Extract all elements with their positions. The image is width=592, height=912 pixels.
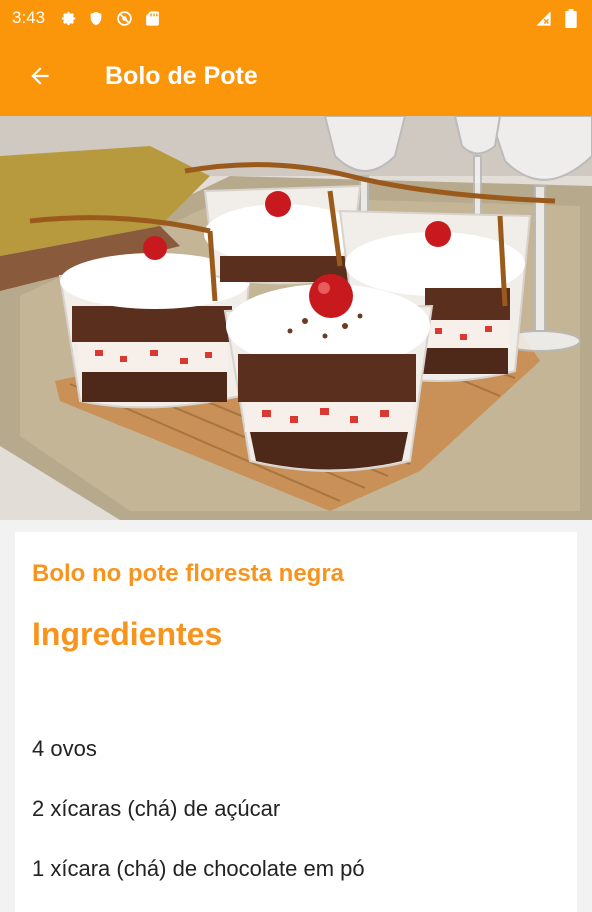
recipe-card: Bolo no pote floresta negra Ingredientes… [15, 532, 577, 912]
no-signal-icon [115, 9, 133, 27]
recipe-name: Bolo no pote floresta negra [32, 560, 345, 587]
shield-icon [87, 9, 105, 27]
ingredients-heading: Ingredientes [32, 616, 223, 652]
battery-icon [562, 8, 580, 28]
back-button[interactable] [20, 56, 60, 96]
app-title: Bolo de Pote [105, 62, 258, 90]
recipe-image [0, 116, 592, 520]
sd-card-icon [143, 9, 161, 27]
ingredient-item: 2 xícaras (chá) de açúcar [32, 796, 281, 821]
ingredient-item: 1 xícara (chá) de chocolate em pó [32, 856, 365, 881]
ingredient-item: 4 ovos [32, 736, 97, 761]
status-right-icons [534, 8, 580, 28]
app-bar: Bolo de Pote [0, 36, 592, 116]
status-time: 3:43 [12, 8, 46, 27]
arrow-back-icon [31, 67, 49, 85]
gear-icon [59, 9, 77, 27]
status-bar: 3:43 [0, 0, 592, 36]
cell-signal-icon [534, 9, 552, 27]
